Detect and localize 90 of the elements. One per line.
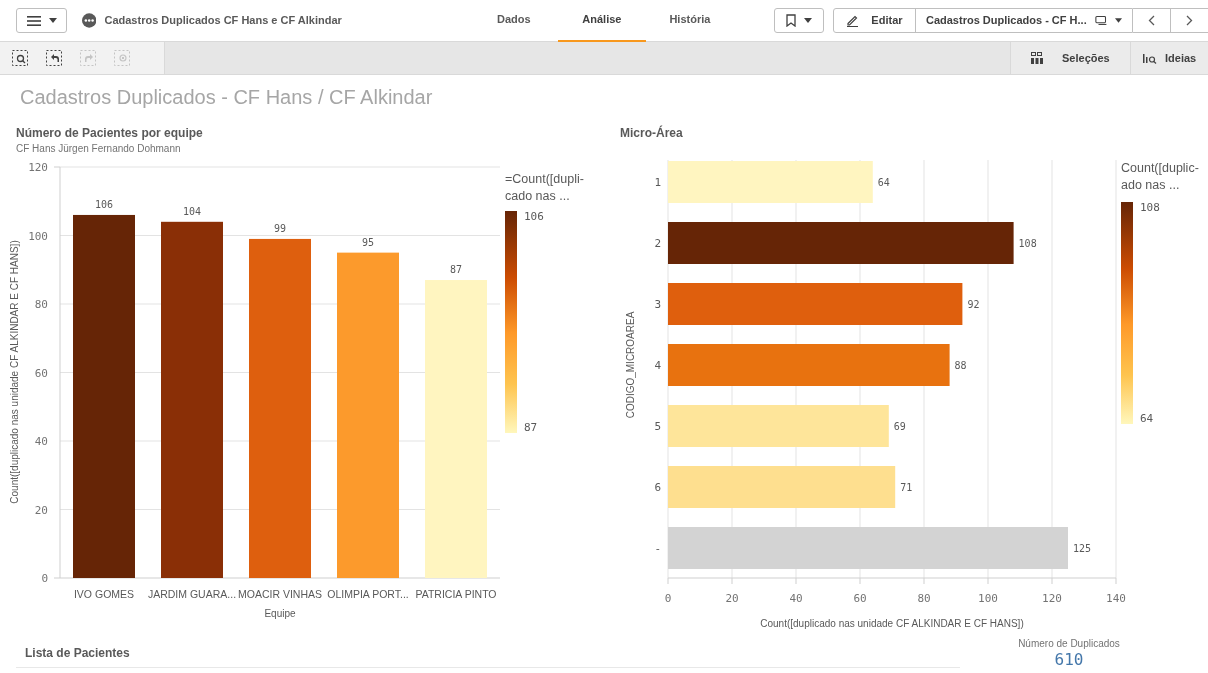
axis-tick-label: 60 <box>853 592 867 605</box>
kpi-label: Número de Duplicados <box>1018 637 1120 651</box>
previous-sheet-button[interactable] <box>1132 8 1171 33</box>
category-label: 5 <box>654 420 661 433</box>
chart-title: Micro-Área <box>620 124 683 142</box>
legend-title: ado nas ... <box>1121 178 1180 192</box>
tab[interactable]: História <box>645 0 734 42</box>
axis-tick-label: 20 <box>34 503 48 517</box>
bar[interactable] <box>668 344 950 386</box>
category-label: 4 <box>654 359 661 372</box>
axis-tick-label: 100 <box>28 229 48 243</box>
bar[interactable] <box>668 527 1068 569</box>
more-icon[interactable] <box>82 13 97 28</box>
caret-icon <box>48 18 57 23</box>
data-label: 95 <box>362 236 374 248</box>
selections-icon <box>1031 52 1043 64</box>
legend-label: 108 <box>1140 201 1160 214</box>
bar[interactable] <box>425 280 487 578</box>
axis-tick-label: 0 <box>41 572 48 585</box>
bar[interactable] <box>337 252 399 578</box>
menu-icon <box>26 14 41 27</box>
axis-tick-label: 100 <box>978 592 998 605</box>
data-label: 87 <box>450 264 462 275</box>
chart-title: Número de Pacientes por equipe <box>16 125 203 142</box>
chevron-left-icon <box>1147 15 1155 26</box>
category-label: 3 <box>654 298 661 311</box>
bar[interactable] <box>668 405 889 447</box>
data-label: 71 <box>900 482 913 493</box>
data-label: 92 <box>967 299 980 310</box>
legend-title: =Count([dupli- <box>505 172 584 186</box>
axis-tick-label: 80 <box>917 592 931 605</box>
category-label: 6 <box>654 481 661 494</box>
bar[interactable] <box>668 466 896 508</box>
menu-button[interactable] <box>16 8 68 33</box>
selections-button[interactable]: Seleções <box>1010 42 1130 74</box>
axis-tick-label: 80 <box>34 298 48 311</box>
axis-tick-label: 40 <box>789 592 803 605</box>
next-sheet-button[interactable] <box>1170 8 1208 33</box>
chevron-right-icon <box>1185 15 1193 26</box>
legend-label: 106 <box>524 210 544 223</box>
axis-tick-label: 40 <box>34 435 48 448</box>
legend-title: cado nas ... <box>505 189 570 203</box>
category-label: IVO GOMES <box>73 588 135 600</box>
axis-tick-label: 60 <box>34 366 48 380</box>
category-label: 2 <box>654 237 661 250</box>
bar[interactable] <box>249 238 311 578</box>
y-axis-title: Count([duplicado nas unidade CF ALKINDAR E CF HANS]) <box>9 240 20 504</box>
app-title: Cadastros Duplicados CF Hans e CF Alkindar <box>104 13 343 29</box>
step-back-icon[interactable] <box>46 50 62 66</box>
data-label: 106 <box>94 198 114 210</box>
bar[interactable] <box>73 214 135 578</box>
category-label: PATRICIA PINTO <box>415 588 497 600</box>
bar[interactable] <box>161 221 223 578</box>
bar[interactable] <box>668 222 1014 264</box>
bookmark-button[interactable] <box>773 8 824 33</box>
axis-tick-label: 120 <box>28 161 48 174</box>
bookmark-icon <box>785 14 796 27</box>
table-title: Lista de Pacientes <box>25 645 130 662</box>
category-label: JARDIM GUARA... <box>147 588 237 600</box>
legend-title: Count([duplic- <box>1121 161 1199 175</box>
tab[interactable]: Dados <box>469 0 558 42</box>
bar[interactable] <box>668 283 963 325</box>
legend-label: 87 <box>524 421 538 434</box>
selection-search-icon[interactable] <box>12 50 28 66</box>
category-label: MOACIR VINHAS <box>238 588 322 600</box>
category-label: 1 <box>654 176 661 189</box>
data-label: 69 <box>893 421 906 432</box>
axis-tick-label: 0 <box>664 592 672 605</box>
axis-tick-label: 140 <box>1106 592 1126 605</box>
data-label: 125 <box>1073 543 1092 554</box>
bar[interactable] <box>668 161 873 203</box>
data-label: 104 <box>182 205 202 217</box>
x-axis-title: Equipe <box>264 608 296 619</box>
category-label: - <box>654 542 661 555</box>
sheet-title: Cadastros Duplicados - CF Hans / CF Alkindar <box>20 85 433 109</box>
data-label: 88 <box>954 360 967 371</box>
chart-subtitle: CF Hans Jürgen Fernando Dohmann <box>16 142 181 155</box>
data-label: 108 <box>1018 238 1037 249</box>
data-label: 99 <box>274 222 286 234</box>
y-axis-title: CODIGO_MICROAREA <box>625 311 636 419</box>
x-axis-title: Count([duplicado nas unidade CF ALKINDAR E CF HANS]) <box>760 618 1024 629</box>
axis-tick-label: 20 <box>725 592 739 605</box>
axis-tick-label: 120 <box>1042 592 1062 605</box>
category-label: OLIMPIA PORT... <box>327 588 409 600</box>
insights-icon <box>1143 52 1157 64</box>
legend-label: 64 <box>1140 412 1154 425</box>
data-label: 64 <box>877 177 890 188</box>
kpi-value: 610 <box>1054 651 1084 669</box>
caret-icon <box>803 18 812 23</box>
insights-button[interactable]: Ideias <box>1130 42 1208 74</box>
